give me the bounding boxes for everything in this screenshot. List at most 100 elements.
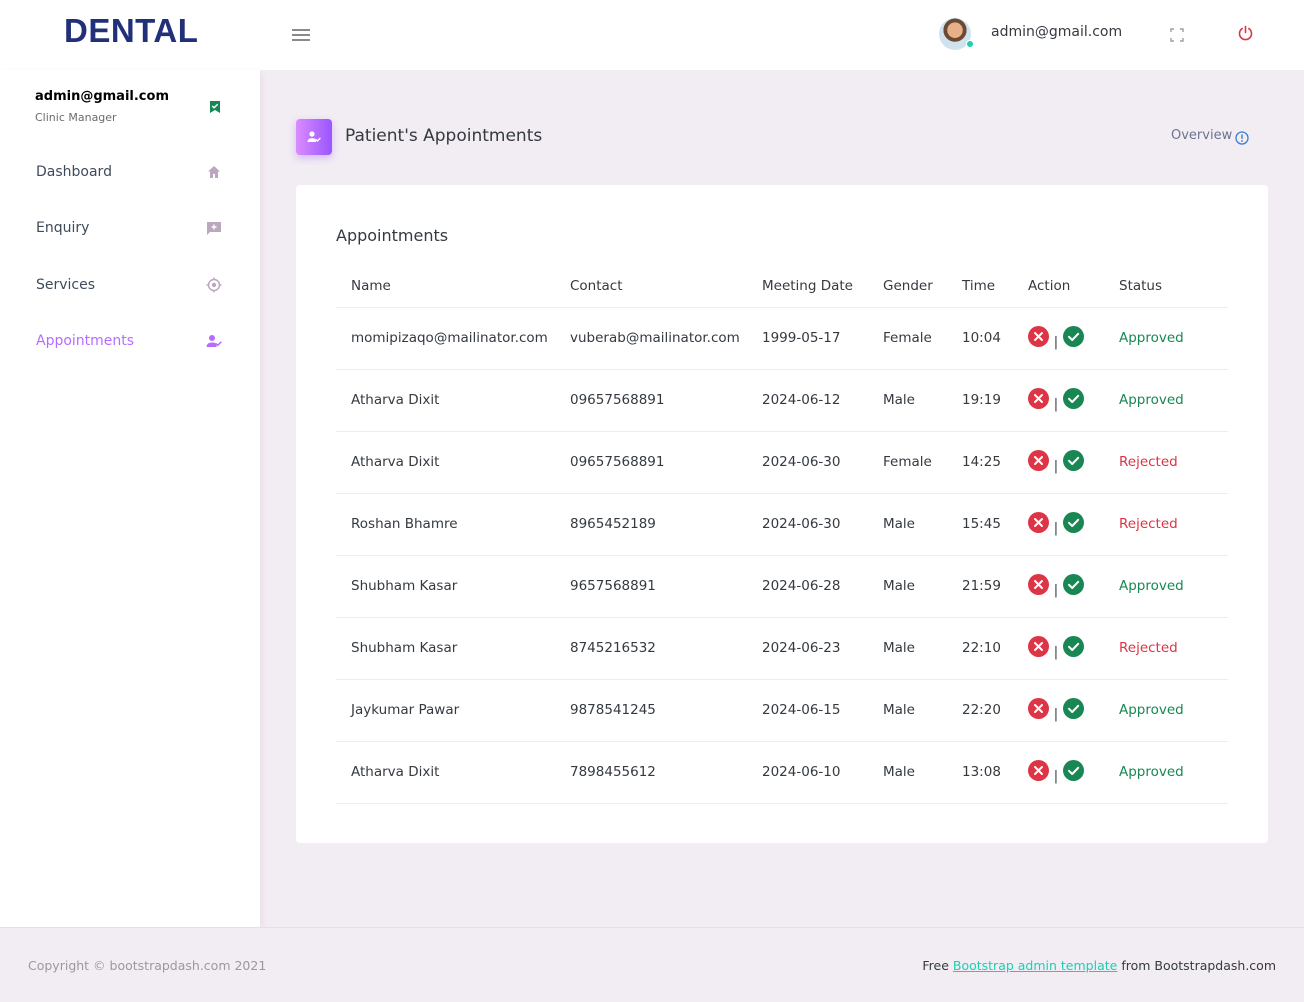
- table-row: Atharva Dixit 7898455612 2024-06-10 Male 13:…: [336, 741, 1228, 804]
- action-group: |: [1028, 573, 1084, 598]
- cell-meeting-date: 2024-06-10: [747, 741, 868, 804]
- sidebar-item-enquiry[interactable]: Enquiry: [0, 208, 260, 248]
- action-separator: |: [1053, 396, 1059, 412]
- table-row: momipizaqo@mailinator.com vuberab@mailina…: [336, 307, 1228, 370]
- card-title: Appointments: [336, 226, 449, 245]
- action-separator: |: [1053, 520, 1059, 536]
- status-badge: Approved: [1104, 679, 1228, 742]
- cell-time: 10:04: [947, 307, 1013, 370]
- approve-icon[interactable]: [1063, 511, 1084, 533]
- cell-action: |: [1013, 679, 1104, 742]
- sidebar-item-services[interactable]: Services: [0, 265, 260, 305]
- cell-action: |: [1013, 431, 1104, 494]
- column-header-action[interactable]: Action: [1013, 265, 1104, 308]
- action-separator: |: [1053, 706, 1059, 722]
- status-badge: Approved: [1104, 369, 1228, 432]
- cell-name: Atharva Dixit: [336, 741, 555, 804]
- table-header-row: Name Contact Meeting Date Gender Time Ac…: [336, 265, 1228, 308]
- status-badge: Rejected: [1104, 617, 1228, 680]
- footer-credit: Free Bootstrap admin template from Boots…: [922, 958, 1276, 973]
- action-group: |: [1028, 759, 1084, 784]
- column-header-time[interactable]: Time: [947, 265, 1013, 308]
- fullscreen-icon[interactable]: [1170, 27, 1184, 42]
- credit-prefix: Free: [922, 958, 953, 973]
- action-separator: |: [1053, 768, 1059, 784]
- reject-icon[interactable]: [1028, 759, 1049, 781]
- reject-icon[interactable]: [1028, 511, 1049, 533]
- cell-contact: 7898455612: [555, 741, 747, 804]
- navbar-user-email[interactable]: admin@gmail.com: [991, 24, 1122, 40]
- action-group: |: [1028, 635, 1084, 660]
- cell-gender: Male: [868, 369, 947, 432]
- cell-meeting-date: 2024-06-12: [747, 369, 868, 432]
- copyright-text: Copyright © bootstrapdash.com 2021: [28, 958, 267, 973]
- appointments-table-body: momipizaqo@mailinator.com vuberab@mailina…: [336, 307, 1228, 804]
- sidebar-profile-role: Clinic Manager: [35, 111, 117, 124]
- reject-icon[interactable]: [1028, 387, 1049, 409]
- column-header-meeting-date[interactable]: Meeting Date: [747, 265, 868, 308]
- status-badge: Rejected: [1104, 431, 1228, 494]
- approve-icon[interactable]: [1063, 697, 1084, 719]
- approve-icon[interactable]: [1063, 325, 1084, 347]
- menu-toggle-button[interactable]: [288, 26, 314, 44]
- avatar[interactable]: [939, 18, 974, 50]
- cell-action: |: [1013, 307, 1104, 370]
- status-badge: Approved: [1104, 307, 1228, 370]
- cell-gender: Male: [868, 555, 947, 618]
- sidebar: admin@gmail.com Clinic Manager Dashboard…: [0, 70, 260, 927]
- cell-name: Atharva Dixit: [336, 431, 555, 494]
- table-row: Shubham Kasar 8745216532 2024-06-23 Male 22:…: [336, 617, 1228, 680]
- reject-icon[interactable]: [1028, 325, 1049, 347]
- column-header-contact[interactable]: Contact: [555, 265, 747, 308]
- power-icon[interactable]: [1237, 25, 1254, 42]
- approve-icon[interactable]: [1063, 759, 1084, 781]
- cell-meeting-date: 2024-06-30: [747, 493, 868, 556]
- action-separator: |: [1053, 644, 1059, 660]
- cell-meeting-date: 2024-06-23: [747, 617, 868, 680]
- cell-action: |: [1013, 741, 1104, 804]
- footer: Copyright © bootstrapdash.com 2021 Free …: [0, 927, 1304, 1002]
- approve-icon[interactable]: [1063, 449, 1084, 471]
- sidebar-profile-name[interactable]: admin@gmail.com: [35, 89, 169, 104]
- table-row: Jaykumar Pawar 9878541245 2024-06-15 Male 22…: [336, 679, 1228, 742]
- sidebar-item-dashboard[interactable]: Dashboard: [0, 152, 260, 192]
- cell-name: Shubham Kasar: [336, 555, 555, 618]
- column-header-status[interactable]: Status: [1104, 265, 1228, 308]
- approve-icon[interactable]: [1063, 573, 1084, 595]
- cell-time: 22:10: [947, 617, 1013, 680]
- appointments-card: Appointments Name Contact Meeting Date G…: [296, 185, 1268, 843]
- online-status-dot: [966, 40, 974, 48]
- overview-link[interactable]: Overview: [1171, 128, 1232, 143]
- table-row: Atharva Dixit 09657568891 2024-06-30 Female…: [336, 431, 1228, 494]
- action-group: |: [1028, 697, 1084, 722]
- table-row: Atharva Dixit 09657568891 2024-06-12 Male 19…: [336, 369, 1228, 432]
- cell-gender: Male: [868, 679, 947, 742]
- reject-icon[interactable]: [1028, 449, 1049, 471]
- sidebar-item-appointments[interactable]: Appointments: [0, 321, 260, 361]
- cell-meeting-date: 1999-05-17: [747, 307, 868, 370]
- cell-time: 13:08: [947, 741, 1013, 804]
- cell-contact: 8965452189: [555, 493, 747, 556]
- sidebar-item-label: Dashboard: [36, 164, 112, 180]
- info-icon[interactable]: [1235, 130, 1249, 145]
- column-header-gender[interactable]: Gender: [868, 265, 947, 308]
- reject-icon[interactable]: [1028, 635, 1049, 657]
- reject-icon[interactable]: [1028, 573, 1049, 595]
- cell-time: 22:20: [947, 679, 1013, 742]
- cell-name: Atharva Dixit: [336, 369, 555, 432]
- cell-action: |: [1013, 617, 1104, 680]
- sidebar-item-label: Appointments: [36, 333, 135, 349]
- cell-time: 21:59: [947, 555, 1013, 618]
- approve-icon[interactable]: [1063, 387, 1084, 409]
- brand-logo[interactable]: DENTAL: [64, 12, 198, 50]
- page-title: Patient's Appointments: [345, 126, 543, 146]
- sidebar-item-label: Services: [36, 277, 96, 293]
- bootstrap-template-link[interactable]: Bootstrap admin template: [953, 958, 1117, 973]
- cell-contact: 09657568891: [555, 431, 747, 494]
- top-navbar: DENTAL admin@gmail.com: [0, 0, 1304, 70]
- status-badge: Rejected: [1104, 493, 1228, 556]
- credit-suffix: from Bootstrapdash.com: [1117, 958, 1276, 973]
- reject-icon[interactable]: [1028, 697, 1049, 719]
- approve-icon[interactable]: [1063, 635, 1084, 657]
- column-header-name[interactable]: Name: [336, 265, 555, 308]
